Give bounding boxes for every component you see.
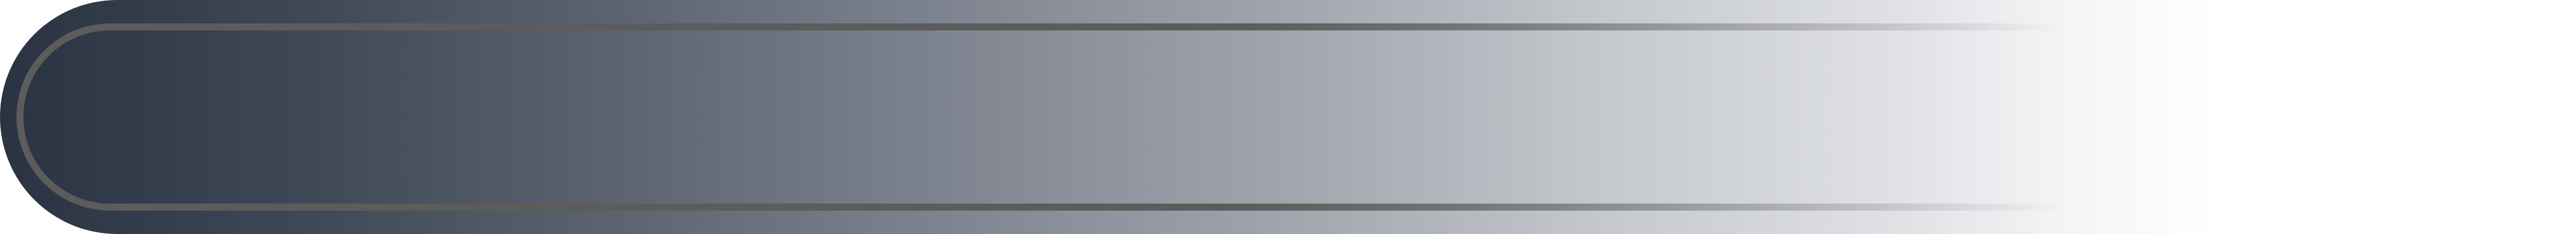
inner-outline-ring [16, 23, 2065, 211]
gradient-pill-banner [0, 0, 2576, 234]
